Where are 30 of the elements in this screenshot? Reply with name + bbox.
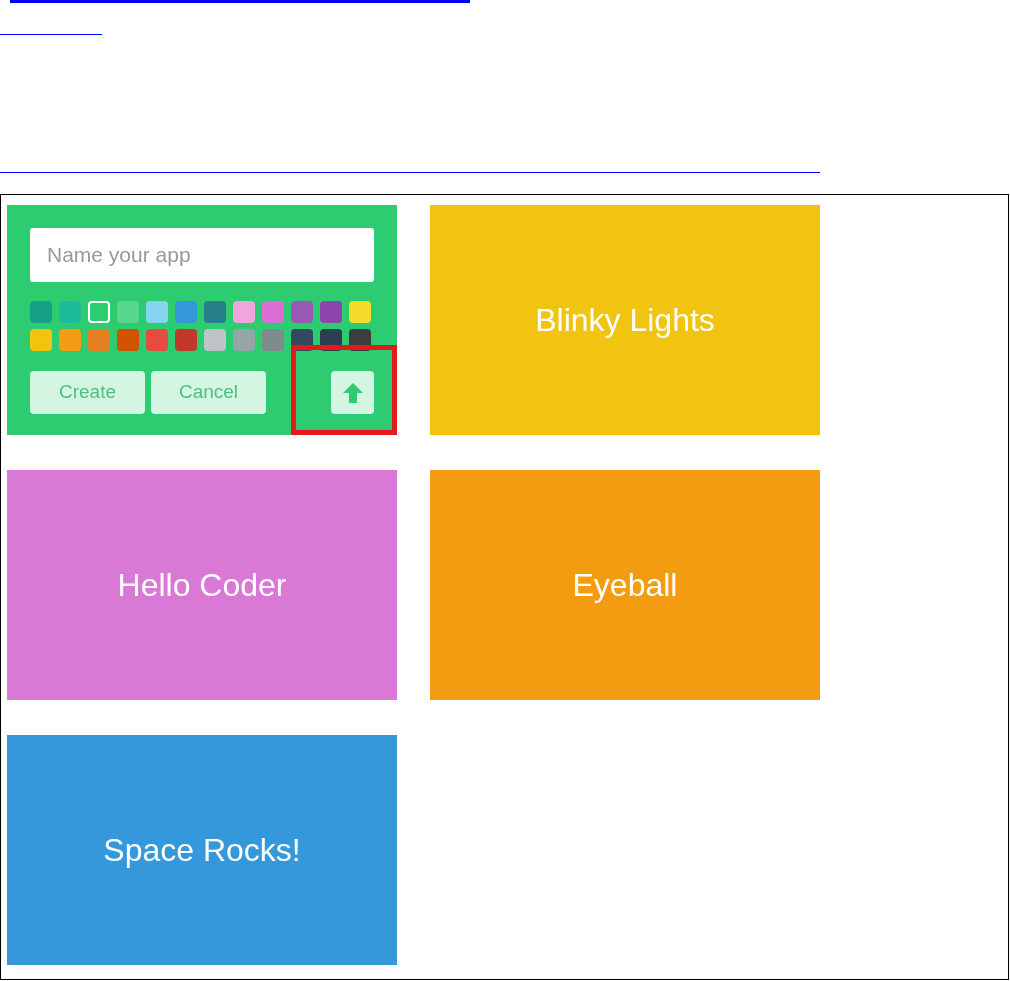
color-swatch[interactable] (88, 301, 110, 323)
color-swatch[interactable] (262, 329, 284, 351)
up-arrow-icon (341, 381, 364, 404)
app-tile[interactable]: Space Rocks! (7, 735, 397, 965)
card-button[interactable]: Create (30, 371, 145, 414)
color-swatch[interactable] (175, 329, 197, 351)
color-swatch[interactable] (59, 301, 81, 323)
color-swatch[interactable] (175, 301, 197, 323)
color-swatch[interactable] (349, 301, 371, 323)
color-swatch[interactable] (146, 301, 168, 323)
upload-button[interactable] (331, 371, 374, 414)
color-swatch[interactable] (146, 329, 168, 351)
color-swatch[interactable] (88, 329, 110, 351)
card-button[interactable]: Cancel (151, 371, 266, 414)
color-swatch[interactable] (204, 301, 226, 323)
app-name-field[interactable]: Name your app (30, 228, 374, 282)
color-swatch[interactable] (291, 301, 313, 323)
color-swatch[interactable] (204, 329, 226, 351)
app-tile[interactable]: Blinky Lights (430, 205, 820, 435)
color-swatch[interactable] (117, 329, 139, 351)
color-swatch[interactable] (30, 329, 52, 351)
color-swatch[interactable] (117, 301, 139, 323)
app-tile[interactable]: Hello Coder (7, 470, 397, 700)
color-swatch[interactable] (233, 301, 255, 323)
app-tile[interactable]: Eyeball (430, 470, 820, 700)
color-swatch[interactable] (233, 329, 255, 351)
color-swatch[interactable] (262, 301, 284, 323)
color-swatch[interactable] (30, 301, 52, 323)
color-swatch[interactable] (320, 301, 342, 323)
color-swatch[interactable] (59, 329, 81, 351)
